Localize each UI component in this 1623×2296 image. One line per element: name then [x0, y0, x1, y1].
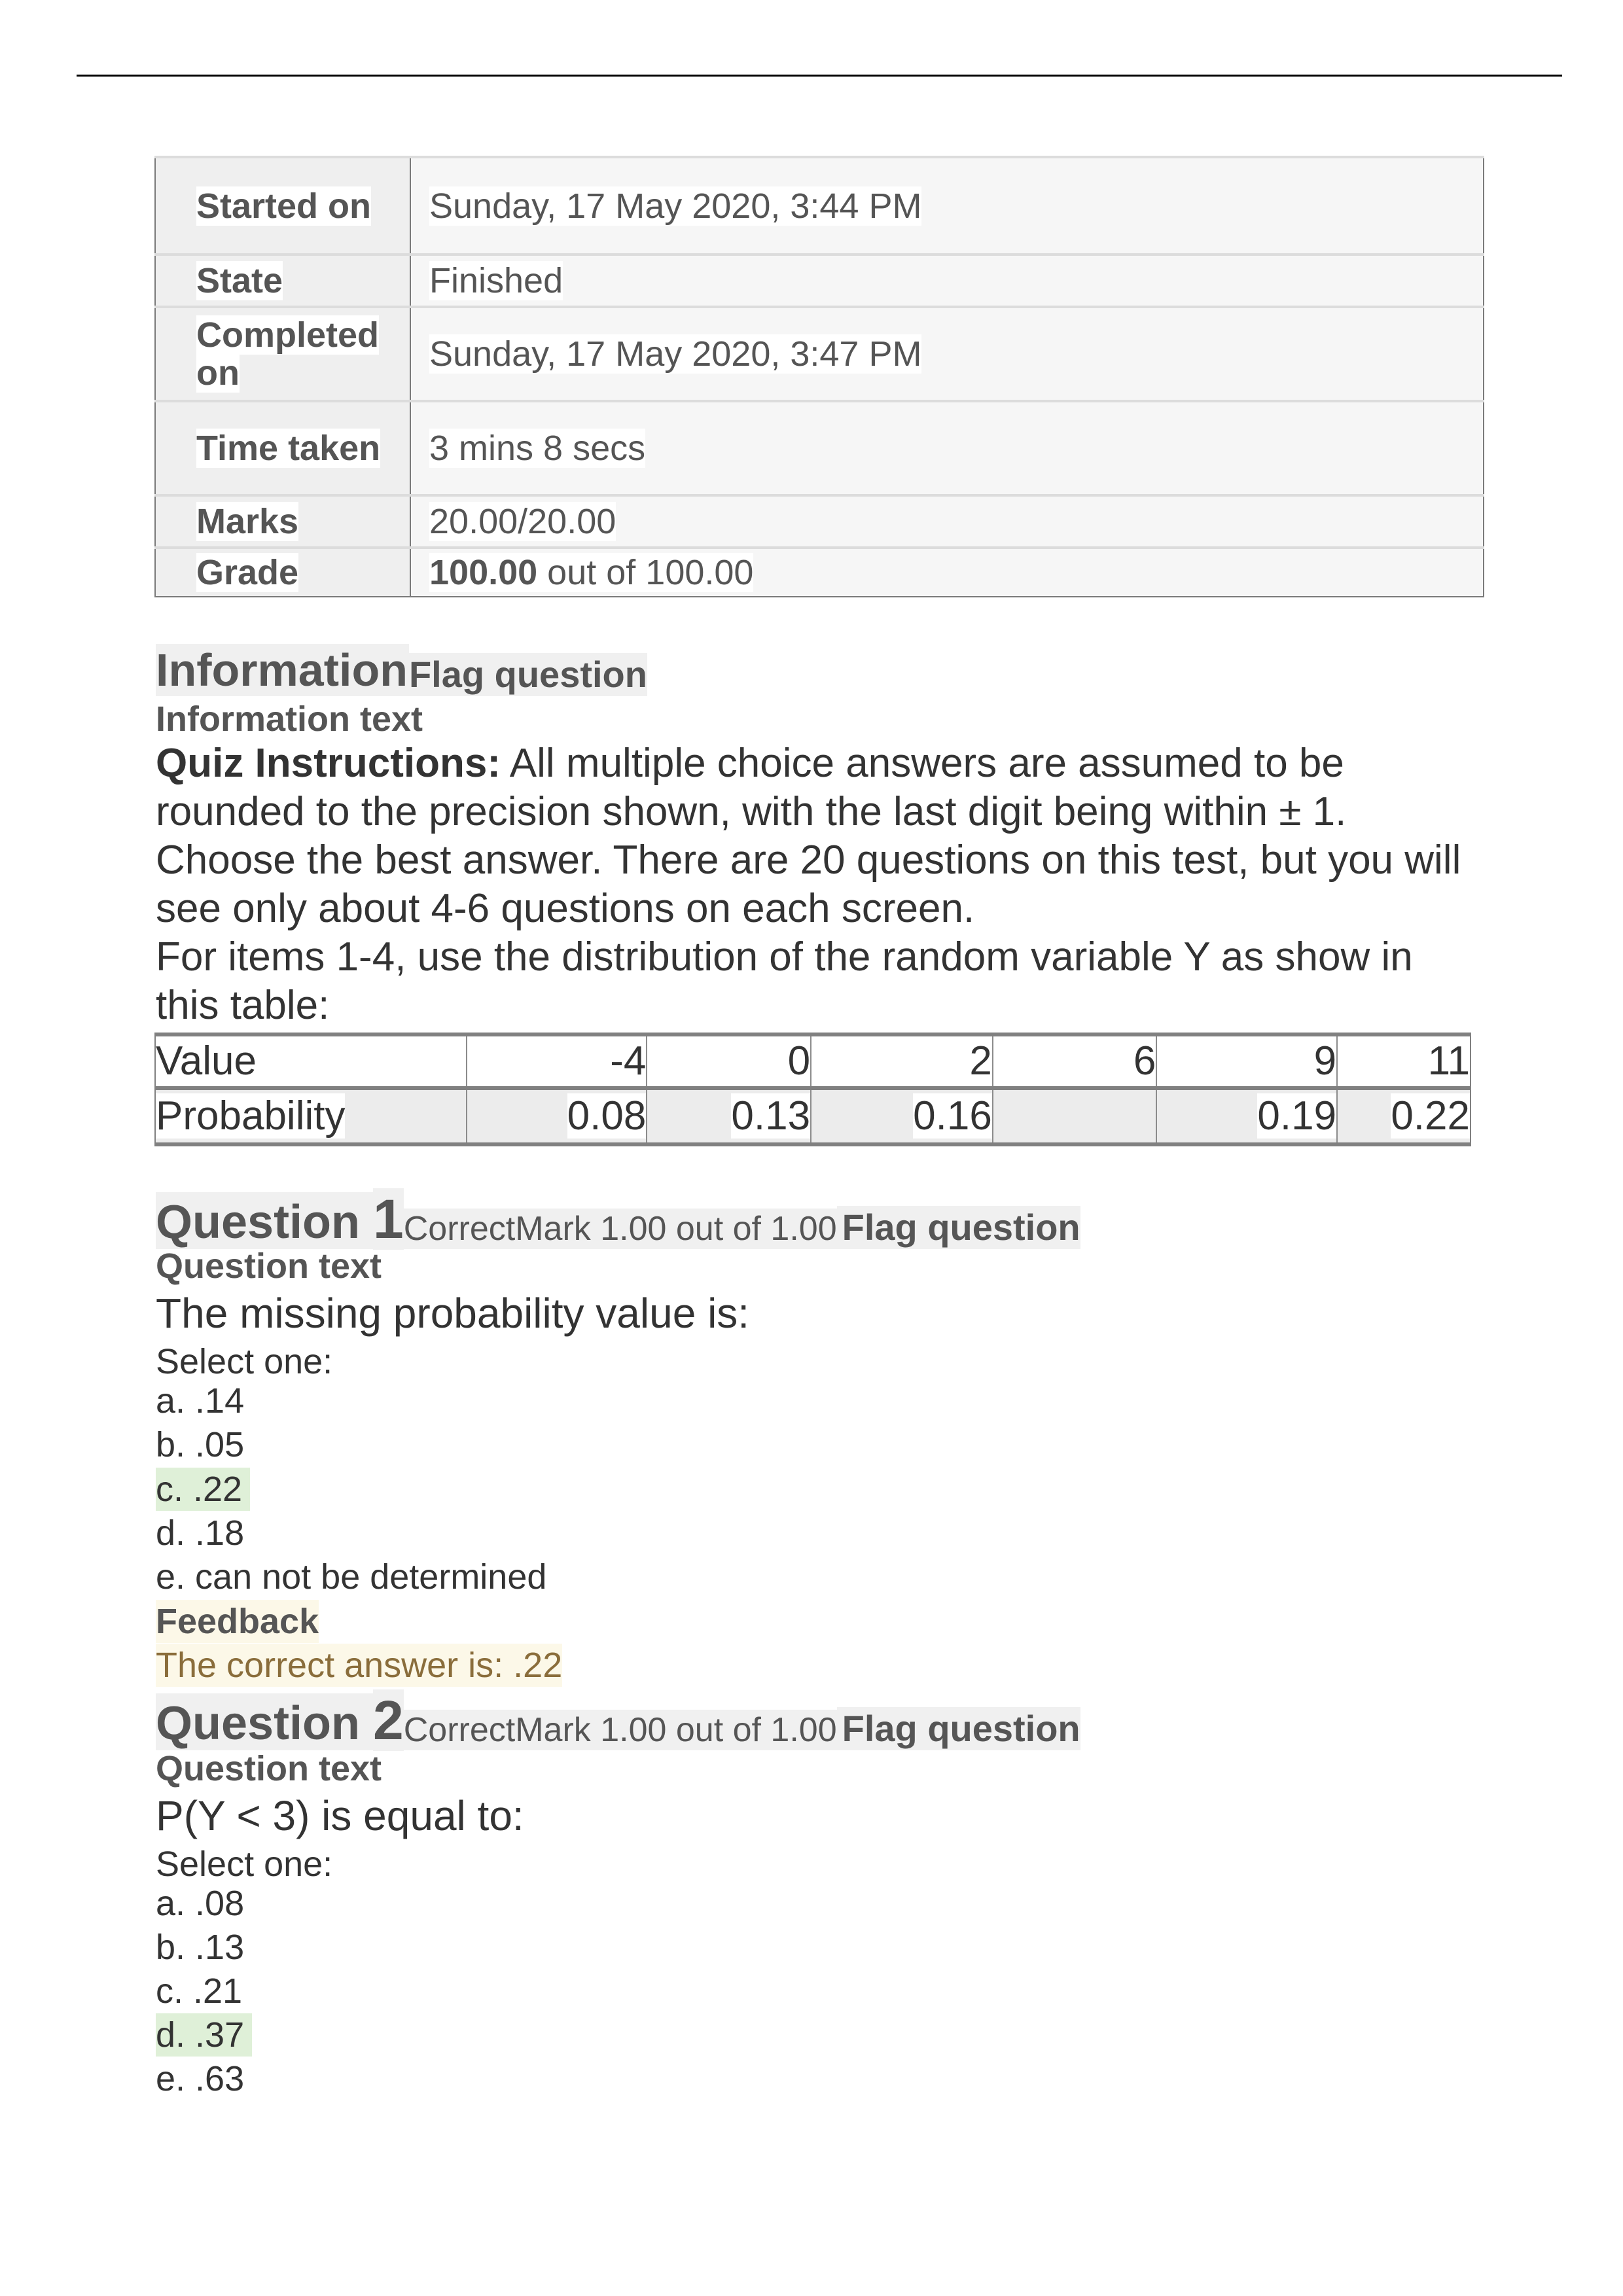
summary-row-time-taken: Time taken 3 mins 8 secs — [155, 400, 1484, 495]
summary-row-state: State Finished — [155, 253, 1484, 307]
missing-probability-cell — [991, 1088, 1157, 1144]
summary-value: 100.00 out of 100.00 — [429, 553, 754, 592]
answer-option-correct[interactable]: c. .22 — [156, 1468, 251, 1511]
information-subtitle: Information text — [156, 699, 423, 739]
question-subtitle: Question text — [156, 1749, 382, 1788]
question-number: 2 — [373, 1689, 404, 1751]
question-status: Correct — [403, 1210, 516, 1248]
items-instructions: For items 1-4, use the distribution of t… — [156, 934, 1413, 1028]
question-subtitle: Question text — [156, 1246, 382, 1286]
summary-value: 20.00/20.00 — [429, 502, 616, 541]
answer-option[interactable]: d. .18 — [156, 1511, 252, 1555]
information-title: Information — [156, 644, 409, 696]
answer-option[interactable]: a. .08 — [156, 1882, 252, 1925]
question-status: Correct — [403, 1711, 516, 1749]
answer-option[interactable]: b. .05 — [156, 1423, 252, 1466]
summary-row-marks: Marks 20.00/20.00 — [155, 494, 1484, 548]
summary-label: Marks — [196, 502, 299, 541]
summary-value: Finished — [429, 261, 563, 300]
feedback-text: The correct answer is: .22 — [156, 1644, 563, 1687]
information-header: Information Flag question — [156, 644, 647, 696]
question-state: CorrectMark 1.00 out of 1.00 — [403, 1209, 837, 1249]
summary-label: Completed on — [196, 315, 380, 393]
distribution-table: Value -4 0 2 6 9 11 Probability 0.08 0.1… — [154, 1033, 1471, 1146]
row-label: Probability — [156, 1093, 346, 1139]
question-mark: Mark 1.00 out of 1.00 — [515, 1711, 837, 1749]
select-one-label: Select one: — [156, 1845, 333, 1884]
value-row: Value -4 0 2 6 9 11 — [155, 1034, 1471, 1090]
probability-cell: 0.16 — [913, 1093, 992, 1139]
summary-value: Sunday, 17 May 2020, 3:47 PM — [429, 334, 922, 374]
answer-option[interactable]: c. .21 — [156, 1969, 250, 2013]
question-state: CorrectMark 1.00 out of 1.00 — [403, 1710, 837, 1750]
question-title: Question 2 — [156, 1689, 404, 1751]
flag-question-button[interactable]: Flag question — [836, 1206, 1080, 1249]
summary-label: Started on — [196, 186, 372, 226]
page-header-rule — [77, 75, 1562, 77]
summary-row-started: Started on Sunday, 17 May 2020, 3:44 PM — [155, 157, 1484, 255]
summary-row-grade: Grade 100.00 out of 100.00 — [155, 546, 1484, 597]
answer-option[interactable]: a. .14 — [156, 1379, 252, 1422]
probability-row: Probability 0.08 0.13 0.16 0.19 0.22 — [155, 1088, 1471, 1144]
summary-value: Sunday, 17 May 2020, 3:44 PM — [429, 186, 922, 226]
summary-label: Grade — [196, 553, 299, 592]
flag-question-button[interactable]: Flag question — [408, 653, 647, 696]
summary-value: 3 mins 8 secs — [429, 429, 646, 468]
probability-cell: 0.13 — [731, 1093, 811, 1139]
value-cell: 11 — [1336, 1034, 1471, 1090]
probability-cell: 0.19 — [1257, 1093, 1337, 1139]
summary-label: Time taken — [196, 429, 381, 468]
summary-label: State — [196, 261, 283, 300]
question-text: P(Y < 3) is equal to: — [156, 1792, 524, 1839]
question-2-header: Question 2 CorrectMark 1.00 out of 1.00 … — [156, 1689, 1080, 1751]
value-cell: 9 — [1156, 1034, 1338, 1090]
question-1-header: Question 1 CorrectMark 1.00 out of 1.00 … — [156, 1188, 1080, 1250]
grade-total: out of 100.00 — [537, 553, 754, 592]
answer-option[interactable]: e. .63 — [156, 2057, 252, 2100]
question-mark: Mark 1.00 out of 1.00 — [515, 1210, 837, 1248]
answer-option[interactable]: e. can not be determined — [156, 1555, 554, 1598]
grade-score: 100.00 — [429, 553, 538, 592]
answer-option[interactable]: b. .13 — [156, 1926, 252, 1969]
question-number: 1 — [373, 1188, 404, 1250]
attempt-summary-table: Started on Sunday, 17 May 2020, 3:44 PM … — [154, 156, 1484, 597]
probability-cell: 0.22 — [1391, 1093, 1470, 1139]
question-text: The missing probability value is: — [156, 1290, 750, 1337]
flag-question-button[interactable]: Flag question — [836, 1707, 1080, 1750]
select-one-label: Select one: — [156, 1342, 333, 1381]
summary-row-completed: Completed on Sunday, 17 May 2020, 3:47 P… — [155, 306, 1484, 401]
answer-option-correct[interactable]: d. .37 — [156, 2013, 253, 2057]
probability-cell: 0.08 — [567, 1093, 647, 1139]
value-cell: 2 — [810, 1034, 993, 1090]
question-title: Question 1 — [156, 1188, 404, 1250]
quiz-instructions: Quiz Instructions: All multiple choice a… — [156, 739, 1484, 1030]
value-cell: 6 — [991, 1034, 1157, 1090]
value-cell: -4 — [465, 1034, 647, 1090]
feedback-title: Feedback — [156, 1600, 319, 1643]
value-cell: 0 — [646, 1034, 812, 1090]
row-label: Value — [155, 1034, 467, 1090]
instructions-label: Quiz Instructions: — [156, 741, 501, 786]
